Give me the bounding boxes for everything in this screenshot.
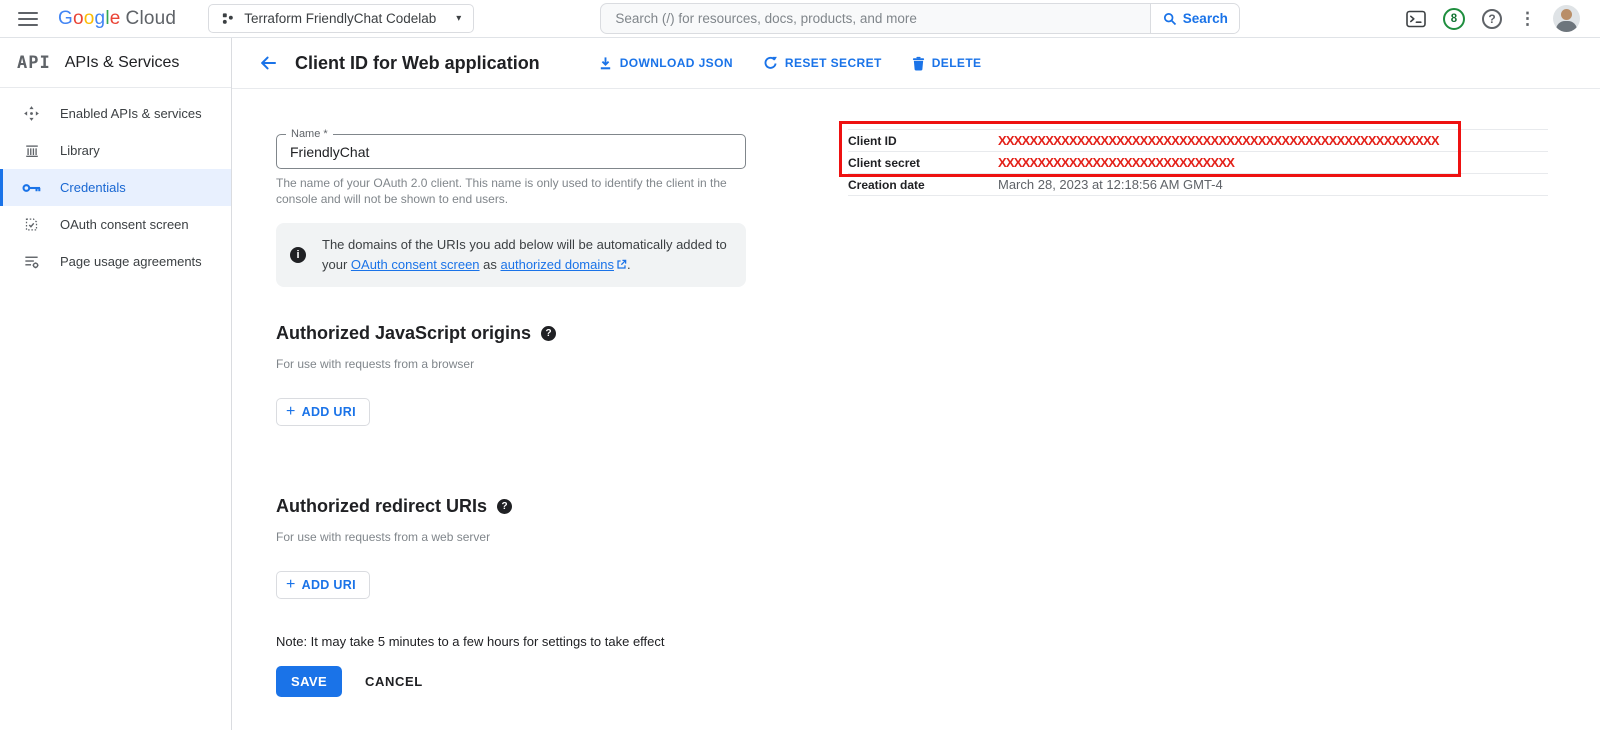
download-json-label: DOWNLOAD JSON bbox=[620, 56, 733, 70]
js-origins-help-icon[interactable]: ? bbox=[541, 326, 556, 341]
client-secret-label: Client secret bbox=[848, 156, 998, 170]
client-id-row: Client ID XXXXXXXXXXXXXXXXXXXXXXXXXXXXXX… bbox=[848, 130, 1548, 152]
api-product-logo: API bbox=[17, 53, 51, 73]
avatar-head bbox=[1561, 9, 1572, 20]
search-button-label: Search bbox=[1183, 11, 1228, 26]
sidebar-header: API APIs & Services bbox=[0, 38, 231, 88]
client-secret-row: Client secret XXXXXXXXXXXXXXXXXXXXXXXXXX… bbox=[848, 152, 1548, 174]
creation-date-label: Creation date bbox=[848, 178, 998, 192]
creation-date-row: Creation date March 28, 2023 at 12:18:56… bbox=[848, 174, 1548, 196]
add-uri-redirect-label: ADD URI bbox=[302, 578, 356, 592]
library-icon bbox=[22, 143, 41, 159]
notifications-badge[interactable]: 8 bbox=[1443, 8, 1465, 30]
search-input[interactable] bbox=[601, 4, 1150, 33]
page-title: Client ID for Web application bbox=[295, 53, 540, 74]
sidebar: API APIs & Services Enabled APIs & servi… bbox=[0, 38, 232, 730]
download-icon bbox=[598, 56, 613, 71]
more-options-icon[interactable]: ⋮ bbox=[1519, 10, 1536, 27]
header-actions: DOWNLOAD JSON RESET SECRET DELETE bbox=[598, 56, 982, 71]
sidebar-item-enabled-apis[interactable]: Enabled APIs & services bbox=[0, 95, 231, 132]
sidebar-item-label: OAuth consent screen bbox=[60, 217, 189, 232]
global-search: Search bbox=[600, 3, 1240, 34]
name-field-label: Name * bbox=[286, 128, 333, 140]
js-origins-title: Authorized JavaScript origins bbox=[276, 323, 531, 344]
search-button[interactable]: Search bbox=[1150, 4, 1239, 33]
add-uri-redirect-button[interactable]: + ADD URI bbox=[276, 571, 370, 599]
domains-notice: i The domains of the URIs you add below … bbox=[276, 223, 746, 287]
sidebar-item-label: Library bbox=[60, 143, 100, 158]
sidebar-nav: Enabled APIs & services Library Credenti… bbox=[0, 88, 231, 280]
save-button[interactable]: SAVE bbox=[276, 666, 342, 697]
plus-icon: + bbox=[286, 577, 296, 593]
reset-secret-button[interactable]: RESET SECRET bbox=[763, 56, 882, 71]
add-uri-origins-label: ADD URI bbox=[302, 405, 356, 419]
page-usage-icon bbox=[22, 253, 41, 270]
name-input[interactable] bbox=[277, 144, 745, 160]
avatar[interactable] bbox=[1553, 5, 1580, 32]
redirect-uris-help-icon[interactable]: ? bbox=[497, 499, 512, 514]
sidebar-item-page-usage[interactable]: Page usage agreements bbox=[0, 243, 231, 280]
cloud-shell-icon[interactable] bbox=[1406, 10, 1426, 28]
main-panel: Client ID for Web application DOWNLOAD J… bbox=[232, 38, 1600, 730]
help-icon[interactable]: ? bbox=[1482, 9, 1502, 29]
sidebar-title: APIs & Services bbox=[65, 54, 180, 72]
notice-text-middle: as bbox=[480, 257, 501, 272]
page-header: Client ID for Web application DOWNLOAD J… bbox=[232, 38, 1600, 89]
js-origins-subtitle: For use with requests from a browser bbox=[276, 357, 746, 371]
search-icon bbox=[1163, 12, 1177, 26]
google-cloud-logo: Google Cloud bbox=[58, 8, 176, 30]
enabled-apis-icon bbox=[22, 105, 41, 122]
info-icon: i bbox=[290, 247, 306, 263]
oauth-consent-screen-link[interactable]: OAuth consent screen bbox=[351, 257, 480, 272]
sidebar-item-library[interactable]: Library bbox=[0, 132, 231, 169]
sidebar-item-label: Page usage agreements bbox=[60, 254, 202, 269]
add-uri-origins-button[interactable]: + ADD URI bbox=[276, 398, 370, 426]
name-field: Name * bbox=[276, 134, 746, 169]
settings-note: Note: It may take 5 minutes to a few hou… bbox=[276, 634, 746, 649]
authorized-domains-link[interactable]: authorized domains bbox=[501, 257, 627, 272]
menu-hamburger-icon[interactable] bbox=[18, 12, 38, 26]
notice-text-after: . bbox=[627, 257, 631, 272]
project-selector[interactable]: Terraform FriendlyChat Codelab ▾ bbox=[208, 4, 474, 33]
delete-label: DELETE bbox=[932, 56, 982, 70]
client-id-value: XXXXXXXXXXXXXXXXXXXXXXXXXXXXXXXXXXXXXXXX… bbox=[998, 133, 1439, 148]
notice-text: The domains of the URIs you add below wi… bbox=[322, 235, 728, 275]
project-icon bbox=[221, 12, 234, 25]
client-secret-value: XXXXXXXXXXXXXXXXXXXXXXXXXXXXXX bbox=[998, 155, 1234, 170]
top-bar: Google Cloud Terraform FriendlyChat Code… bbox=[0, 0, 1600, 38]
client-id-label: Client ID bbox=[848, 134, 998, 148]
external-link-icon bbox=[616, 259, 627, 270]
download-json-button[interactable]: DOWNLOAD JSON bbox=[598, 56, 733, 71]
topbar-right-actions: 8 ? ⋮ bbox=[1406, 5, 1580, 32]
plus-icon: + bbox=[286, 404, 296, 420]
back-arrow-icon[interactable] bbox=[256, 51, 280, 75]
sidebar-item-credentials[interactable]: Credentials bbox=[0, 169, 231, 206]
chevron-down-icon: ▾ bbox=[446, 13, 461, 24]
sidebar-item-label: Credentials bbox=[60, 180, 126, 195]
name-helper-text: The name of your OAuth 2.0 client. This … bbox=[276, 175, 738, 207]
oauth-consent-icon bbox=[22, 217, 41, 232]
sidebar-item-oauth-consent[interactable]: OAuth consent screen bbox=[0, 206, 231, 243]
delete-button[interactable]: DELETE bbox=[912, 56, 982, 71]
authorized-domains-link-label: authorized domains bbox=[501, 257, 614, 272]
client-form: Name * The name of your OAuth 2.0 client… bbox=[276, 89, 746, 697]
google-wordmark: Google bbox=[58, 8, 121, 30]
redirect-uris-heading: Authorized redirect URIs ? bbox=[276, 496, 746, 517]
refresh-icon bbox=[763, 56, 778, 71]
client-details-table: Client ID XXXXXXXXXXXXXXXXXXXXXXXXXXXXXX… bbox=[848, 129, 1548, 196]
content-area: Name * The name of your OAuth 2.0 client… bbox=[232, 89, 1600, 730]
form-buttons: SAVE CANCEL bbox=[276, 666, 746, 697]
trash-icon bbox=[912, 56, 925, 71]
redirect-uris-subtitle: For use with requests from a web server bbox=[276, 530, 746, 544]
avatar-body bbox=[1556, 21, 1577, 32]
redirect-uris-title: Authorized redirect URIs bbox=[276, 496, 487, 517]
reset-secret-label: RESET SECRET bbox=[785, 56, 882, 70]
cancel-button[interactable]: CANCEL bbox=[365, 674, 423, 689]
cloud-wordmark: Cloud bbox=[126, 8, 177, 30]
project-selector-label: Terraform FriendlyChat Codelab bbox=[244, 11, 436, 26]
js-origins-heading: Authorized JavaScript origins ? bbox=[276, 323, 746, 344]
creation-date-value: March 28, 2023 at 12:18:56 AM GMT-4 bbox=[998, 177, 1223, 192]
key-icon bbox=[22, 182, 41, 194]
sidebar-item-label: Enabled APIs & services bbox=[60, 106, 202, 121]
